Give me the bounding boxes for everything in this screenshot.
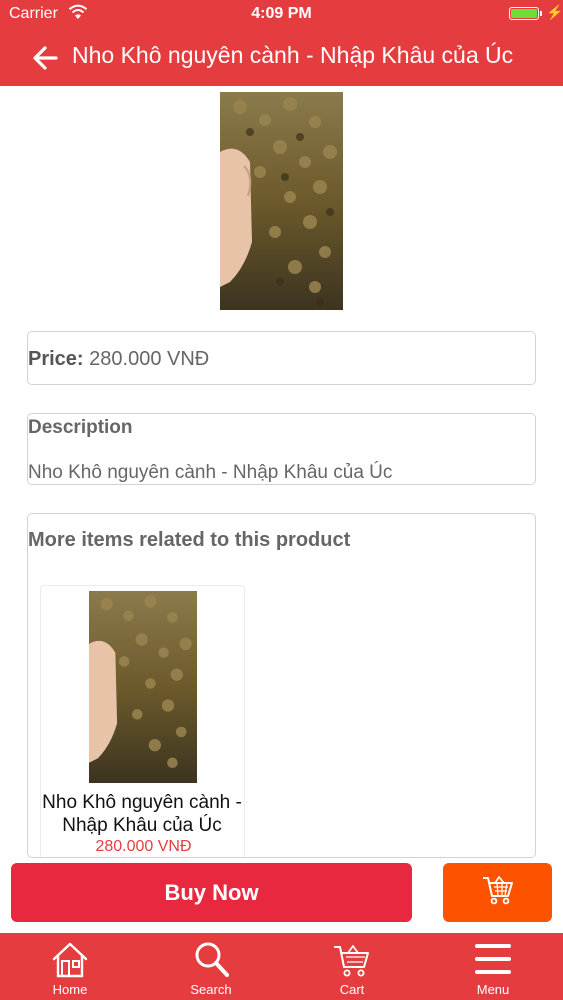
tab-cart-label: Cart xyxy=(339,982,365,997)
price-card: Price: 280.000 VNĐ xyxy=(27,331,536,385)
menu-icon xyxy=(475,944,511,974)
price-label: Price: xyxy=(28,348,84,370)
header-bar: Nho Khô nguyên cành - Nhập Khâu của Úc xyxy=(0,28,563,86)
description-heading: Description xyxy=(28,417,133,438)
related-items-card: More items related to this product Nho K… xyxy=(27,513,536,858)
price-value: 280.000 VNĐ xyxy=(89,348,210,370)
tab-home[interactable]: Home xyxy=(20,933,120,1000)
tab-bar: Home Search Cart Menu xyxy=(0,933,563,1000)
cart-icon xyxy=(334,944,369,977)
status-bar: Carrier 4:09 PM ⚡ xyxy=(0,0,563,28)
tab-home-label: Home xyxy=(52,982,88,997)
home-icon xyxy=(52,942,88,978)
status-time: 4:09 PM xyxy=(251,5,312,22)
shopping-cart-icon xyxy=(480,872,516,913)
tab-cart[interactable]: Cart xyxy=(302,933,402,1000)
buy-now-button[interactable]: Buy Now xyxy=(11,863,412,922)
product-image xyxy=(220,92,343,310)
related-item-image xyxy=(89,591,197,783)
tab-search-label: Search xyxy=(190,982,232,997)
related-item-price: 280.000 VNĐ xyxy=(95,838,192,855)
tab-search[interactable]: Search xyxy=(161,933,261,1000)
related-heading: More items related to this product xyxy=(28,529,351,551)
description-card: Description Nho Khô nguyên cành - Nhập K… xyxy=(27,413,536,485)
related-item[interactable]: Nho Khô nguyên cành - Nhập Khâu của Úc 2… xyxy=(40,585,245,857)
tab-menu-label: Menu xyxy=(476,982,510,997)
description-text: Nho Khô nguyên cành - Nhập Khâu của Úc xyxy=(28,462,393,483)
back-arrow-icon[interactable] xyxy=(30,42,62,74)
tab-menu[interactable]: Menu xyxy=(443,933,543,1000)
page-title: Nho Khô nguyên cành - Nhập Khâu của Úc xyxy=(72,42,514,68)
price-line: Price: 280.000 VNĐ xyxy=(28,348,209,371)
add-to-cart-button[interactable] xyxy=(443,863,552,922)
charging-bolt-icon: ⚡ xyxy=(546,4,563,20)
battery-icon xyxy=(509,7,542,20)
related-item-name: Nho Khô nguyên cành - Nhập Khâu của Úc xyxy=(42,792,242,836)
search-icon xyxy=(195,942,229,977)
